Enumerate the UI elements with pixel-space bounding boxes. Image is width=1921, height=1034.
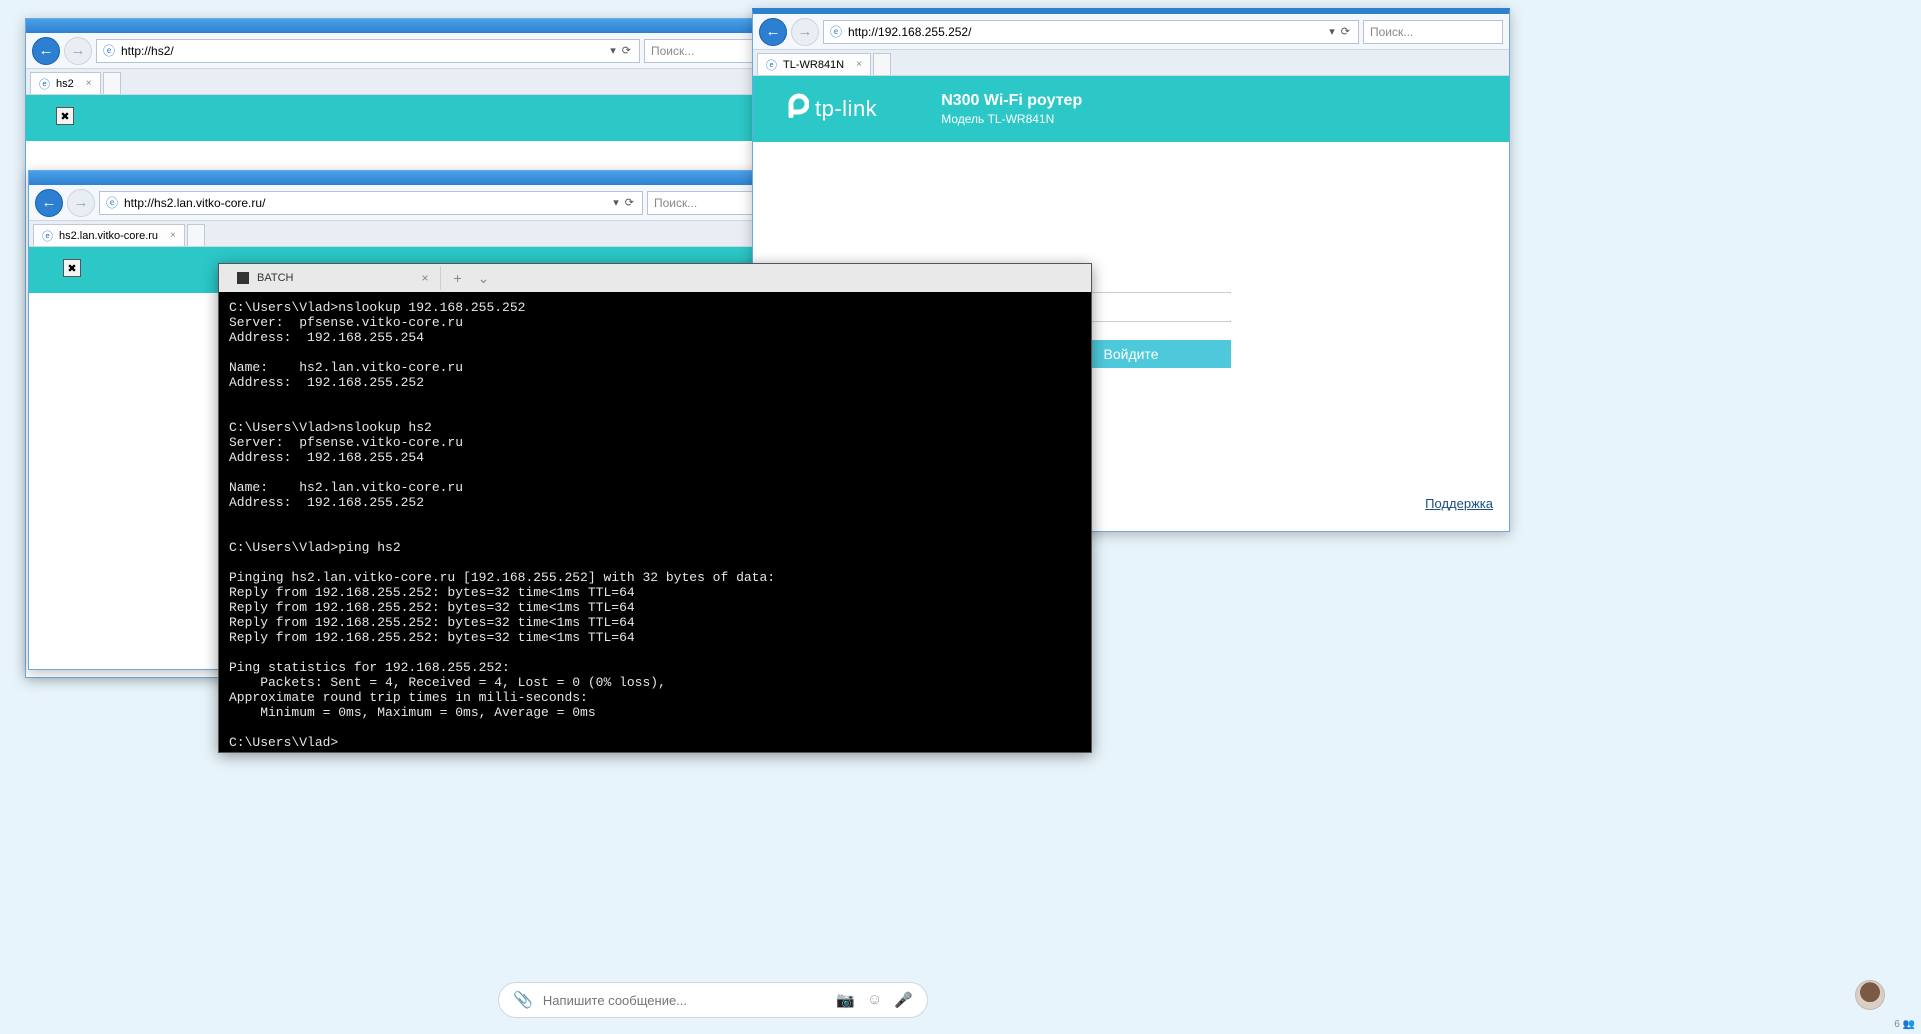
ie-icon: ⓔ <box>42 228 53 244</box>
address-controls: ▾⟳ <box>1329 25 1354 38</box>
title-bar[interactable] <box>26 19 780 33</box>
tab-hs2[interactable]: ⓔ hs2 × <box>30 72 101 94</box>
back-button[interactable]: ← <box>759 18 787 46</box>
forward-button[interactable]: → <box>67 189 95 217</box>
mic-icon[interactable]: 🎤 <box>894 991 913 1009</box>
refresh-icon[interactable]: ⟳ <box>622 44 631 57</box>
address-bar[interactable]: ⓔ ▾⟳ <box>823 20 1359 44</box>
dropdown-icon[interactable]: ▾ <box>613 196 619 209</box>
terminal-output[interactable]: C:\Users\Vlad>nslookup 192.168.255.252 S… <box>219 292 1091 758</box>
emoji-icon[interactable]: ☺ <box>867 991 882 1009</box>
ie-icon: ⓔ <box>104 195 120 211</box>
url-input[interactable] <box>124 193 609 213</box>
terminal-tabs: BATCH × + ⌄ <box>219 264 1091 292</box>
broken-image-icon: ✖ <box>63 259 81 277</box>
broken-image-icon: ✖ <box>56 107 74 125</box>
terminal-icon <box>237 272 249 284</box>
close-tab-icon[interactable]: × <box>421 271 428 285</box>
ie-icon: ⓔ <box>101 43 117 59</box>
refresh-icon[interactable]: ⟳ <box>625 196 634 209</box>
tplink-logo: tp-link <box>781 92 877 127</box>
router-title: N300 Wi-Fi роутер <box>941 92 1082 110</box>
dropdown-icon[interactable]: ▾ <box>610 44 616 57</box>
router-model: Модель TL-WR841N <box>941 112 1082 126</box>
new-tab-button[interactable] <box>873 53 891 75</box>
back-button[interactable]: ← <box>35 189 63 217</box>
search-placeholder: Поиск... <box>1370 25 1413 39</box>
tab-label: hs2 <box>56 78 74 90</box>
url-input[interactable] <box>848 22 1325 42</box>
back-button[interactable]: ← <box>32 37 60 65</box>
tplink-logo-text: tp-link <box>815 96 877 122</box>
search-box[interactable]: Поиск... <box>1363 20 1503 44</box>
terminal-tab-label: BATCH <box>257 272 293 284</box>
terminal-window: BATCH × + ⌄ C:\Users\Vlad>nslookup 192.1… <box>218 263 1092 753</box>
notification-count[interactable]: 6 👥 <box>1894 1019 1915 1030</box>
new-tab-button[interactable] <box>103 72 121 94</box>
address-bar[interactable]: ⓔ ▾⟳ <box>96 39 640 63</box>
router-header: tp-link N300 Wi-Fi роутер Модель TL-WR84… <box>753 76 1509 142</box>
attachment-icon[interactable]: 📎 <box>513 990 533 1010</box>
refresh-icon[interactable]: ⟳ <box>1341 25 1350 38</box>
new-tab-button[interactable] <box>187 224 205 246</box>
tab-label: TL-WR841N <box>783 59 844 71</box>
tab-hs2-lan[interactable]: ⓔ hs2.lan.vitko-core.ru × <box>33 224 185 246</box>
close-tab-icon[interactable]: × <box>856 59 862 70</box>
ie-icon: ⓔ <box>39 76 50 92</box>
address-bar[interactable]: ⓔ ▾⟳ <box>99 191 643 215</box>
tplink-logo-icon <box>781 90 809 125</box>
new-terminal-tab[interactable]: + <box>449 270 465 286</box>
tab-label: hs2.lan.vitko-core.ru <box>59 230 158 242</box>
search-placeholder: Поиск... <box>651 44 694 58</box>
dropdown-icon[interactable]: ▾ <box>1329 25 1335 38</box>
tab-tplink[interactable]: ⓔ TL-WR841N × <box>757 53 871 75</box>
address-controls: ▾⟳ <box>613 196 638 209</box>
title-bar[interactable] <box>29 171 783 185</box>
message-input[interactable] <box>543 993 826 1008</box>
forward-button[interactable]: → <box>64 37 92 65</box>
ie-icon: ⓔ <box>766 57 777 73</box>
terminal-tab-menu[interactable]: ⌄ <box>474 270 494 287</box>
camera-icon[interactable]: 📷 <box>836 991 855 1009</box>
forward-button[interactable]: → <box>791 18 819 46</box>
url-input[interactable] <box>121 41 606 61</box>
search-placeholder: Поиск... <box>654 196 697 210</box>
support-link[interactable]: Поддержка <box>1425 496 1493 511</box>
close-tab-icon[interactable]: × <box>86 78 92 89</box>
message-input-bar[interactable]: 📎 📷 ☺ 🎤 <box>498 982 928 1018</box>
ie-icon: ⓔ <box>828 24 844 40</box>
terminal-tab-batch[interactable]: BATCH × <box>225 266 441 290</box>
page-header-bar: ✖ <box>26 95 780 141</box>
close-tab-icon[interactable]: × <box>170 230 176 241</box>
address-controls: ▾⟳ <box>610 44 635 57</box>
avatar[interactable] <box>1855 980 1885 1010</box>
